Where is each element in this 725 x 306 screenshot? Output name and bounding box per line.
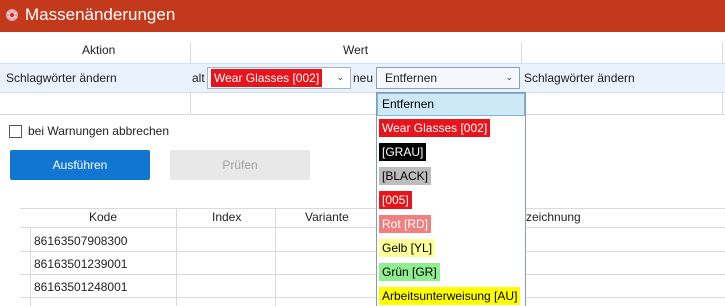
chevron-down-icon[interactable]: ⌄	[336, 72, 344, 83]
old-value-chip: Wear Glasses [002]	[211, 69, 323, 87]
dropdown-option[interactable]: Rot [RD]	[379, 215, 432, 233]
dropdown-option[interactable]: [005]	[379, 191, 412, 209]
title-bar: Massenänderungen	[0, 0, 725, 32]
gear-icon	[6, 9, 18, 21]
check-button[interactable]: Prüfen	[170, 150, 310, 180]
table-divider	[30, 227, 31, 306]
result-cell: Schlagwörter ändern	[524, 71, 635, 85]
dropdown-option[interactable]: [GRAU]	[379, 143, 427, 161]
table-divider	[20, 297, 725, 298]
abort-on-warnings-label: bei Warnungen abbrechen	[28, 124, 169, 138]
new-label: neu	[353, 71, 374, 85]
abort-on-warnings-checkbox[interactable]	[9, 125, 22, 138]
dropdown-option[interactable]: Arbeitsunterweisung [AU]	[379, 287, 521, 305]
column-header-wert: Wert	[343, 43, 369, 57]
table-divider	[20, 208, 725, 209]
dropdown-option[interactable]: Entfernen	[379, 95, 437, 113]
table-divider	[275, 208, 276, 306]
table-cell-kode[interactable]: 86163501239001	[34, 257, 127, 271]
new-value-text: Entfernen	[385, 71, 438, 85]
table-cell-kode[interactable]: 86163507908300	[34, 234, 127, 248]
old-label: alt	[192, 71, 205, 85]
window-title: Massenänderungen	[25, 5, 176, 24]
grid-divider	[0, 114, 725, 115]
table-divider	[176, 208, 177, 306]
table-cell-kode[interactable]: 86163501248001	[34, 280, 127, 294]
column-header-kode[interactable]: Kode	[89, 210, 117, 224]
table-divider	[20, 251, 725, 252]
dropdown-option[interactable]: Gelb [YL]	[379, 239, 436, 257]
dropdown-option[interactable]: Grün [GR]	[379, 263, 440, 281]
table-divider	[20, 227, 725, 228]
action-cell: Schlagwörter ändern	[6, 71, 117, 85]
dropdown-option[interactable]: [BLACK]	[379, 167, 432, 185]
chevron-down-icon[interactable]: ⌄	[505, 72, 513, 83]
column-header-bezeichnung[interactable]: zeichnung	[526, 210, 581, 224]
column-header-aktion: Aktion	[82, 43, 116, 57]
column-header-index[interactable]: Index	[212, 210, 241, 224]
dropdown-option[interactable]: Wear Glasses [002]	[379, 119, 491, 137]
new-value-select[interactable]: Entfernen ⌄	[376, 67, 520, 89]
execute-button[interactable]: Ausführen	[10, 150, 150, 180]
table-divider	[20, 274, 725, 275]
old-value-select[interactable]: Wear Glasses [002] ⌄	[207, 67, 351, 89]
column-header-variante[interactable]: Variante	[305, 210, 349, 224]
